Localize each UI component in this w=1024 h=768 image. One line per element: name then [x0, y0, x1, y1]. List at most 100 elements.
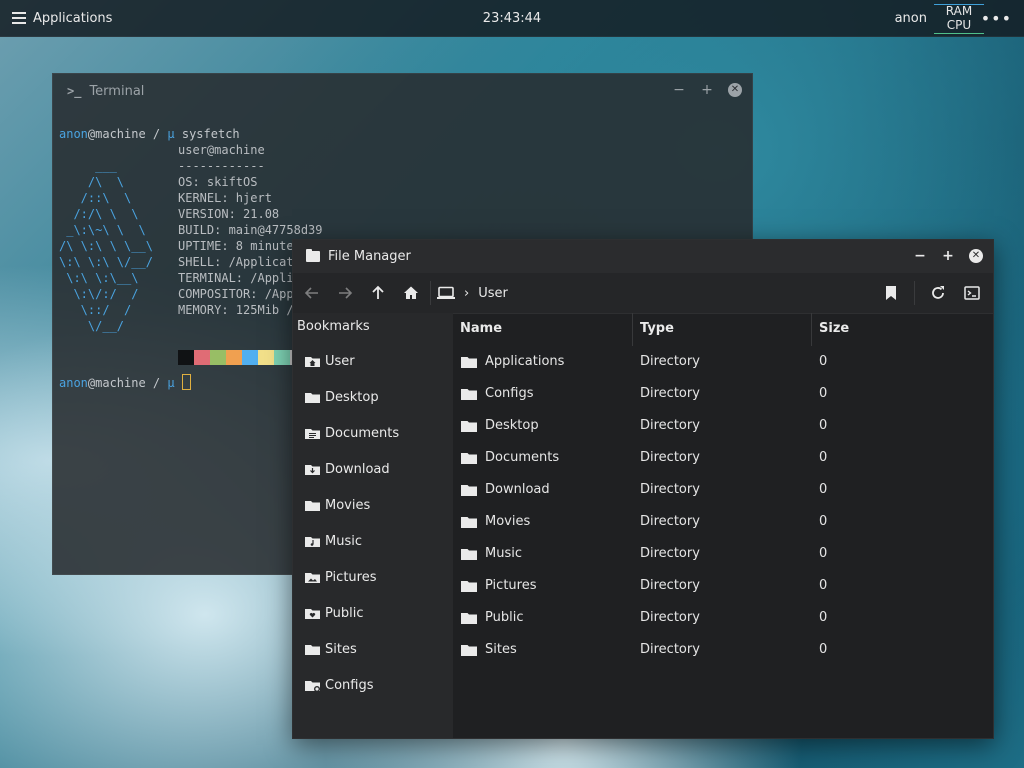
- terminal-minimize-button[interactable]: −: [672, 83, 686, 97]
- ascii-logo-line: /\ \: [59, 175, 125, 189]
- palette-swatch: [226, 350, 242, 365]
- ascii-logo-line: \::/ /: [59, 303, 132, 317]
- sysfetch-info: TERMINAL: /Applic: [178, 271, 301, 285]
- breadcrumb-separator: ›: [464, 285, 470, 301]
- column-header-size[interactable]: Size: [819, 321, 849, 336]
- file-type: Directory: [640, 546, 700, 561]
- refresh-button[interactable]: [925, 280, 951, 306]
- arrow-right-icon: [339, 287, 353, 299]
- table-row[interactable]: Music Directory 0: [453, 538, 993, 570]
- file-name: Configs: [485, 386, 534, 401]
- file-manager-window[interactable]: File Manager − + ✕ › User Bookmarks User…: [292, 239, 994, 739]
- table-row[interactable]: Sites Directory 0: [453, 634, 993, 666]
- terminal-output[interactable]: anon@machine / µ sysfetch user@machine _…: [59, 126, 323, 390]
- bookmarks-heading: Bookmarks: [297, 319, 370, 334]
- sidebar-item-label: Pictures: [325, 569, 377, 585]
- sidebar-item-label: Desktop: [325, 389, 379, 405]
- file-manager-minimize-button[interactable]: −: [913, 249, 927, 263]
- terminal-cursor: [181, 374, 191, 390]
- prompt-user: anon: [59, 127, 88, 141]
- sysfetch-line: \:\ \:\__\ TERMINAL: /Applic: [59, 270, 323, 286]
- ascii-logo-line: \:\/:/ /: [59, 287, 139, 301]
- sidebar-item-user[interactable]: User: [293, 343, 453, 379]
- table-row[interactable]: Public Directory 0: [453, 602, 993, 634]
- sidebar-item-pictures[interactable]: Pictures: [293, 559, 453, 595]
- palette-swatch: [258, 350, 274, 365]
- applications-label: Applications: [33, 10, 113, 26]
- palette-swatch: [194, 350, 210, 365]
- refresh-icon: [932, 286, 944, 299]
- table-row[interactable]: Pictures Directory 0: [453, 570, 993, 602]
- file-manager-close-button[interactable]: ✕: [969, 249, 983, 263]
- folder-icon: [461, 485, 477, 496]
- column-header-name[interactable]: Name: [460, 321, 502, 336]
- sidebar-item-movies[interactable]: Movies: [293, 487, 453, 523]
- file-list: Name Type Size Applications Directory 0 Con…: [453, 313, 993, 738]
- sidebar-item-configs[interactable]: Configs: [293, 667, 453, 703]
- prompt-mu: µ: [167, 127, 175, 141]
- sidebar-item-documents[interactable]: Documents: [293, 415, 453, 451]
- open-terminal-button[interactable]: [959, 280, 985, 306]
- applications-menu-button[interactable]: Applications: [12, 11, 112, 26]
- table-row[interactable]: Movies Directory 0: [453, 506, 993, 538]
- prompt-host: @machine /: [87, 376, 168, 390]
- terminal-title: Terminal: [89, 83, 145, 99]
- sysfetch-line: ___ ------------: [59, 158, 323, 174]
- file-manager-titlebar[interactable]: File Manager − + ✕: [293, 240, 993, 273]
- table-row[interactable]: Desktop Directory 0: [453, 410, 993, 442]
- user-name[interactable]: anon: [895, 11, 927, 26]
- terminal-prompt-line: anon@machine / µ sysfetch: [59, 126, 323, 142]
- sysfetch-info: BUILD: main@47758d39: [178, 223, 323, 237]
- file-size: 0: [819, 514, 828, 529]
- sysfetch-line: /:/\ \ \ VERSION: 21.08: [59, 206, 323, 222]
- folder-icon: [461, 517, 477, 528]
- sidebar-item-download[interactable]: Download: [293, 451, 453, 487]
- up-button[interactable]: [365, 280, 391, 306]
- table-row[interactable]: Applications Directory 0: [453, 346, 993, 378]
- folder-icon: [461, 389, 477, 400]
- file-type: Directory: [640, 578, 700, 593]
- breadcrumb-current[interactable]: User: [478, 286, 508, 301]
- sysfetch-info: SHELL: /Applicati: [178, 255, 301, 269]
- prompt-command: sysfetch: [174, 127, 240, 141]
- top-panel: Applications 23:43:44 anon RAM CPU •••: [0, 0, 1024, 37]
- folder-icon: [461, 613, 477, 624]
- sysfetch-line: _\:\~\ \ \ BUILD: main@47758d39: [59, 222, 323, 238]
- terminal-icon: >_: [67, 84, 82, 98]
- table-row[interactable]: Documents Directory 0: [453, 442, 993, 474]
- ascii-logo-line: ___: [59, 159, 117, 173]
- prompt-host: @machine /: [87, 127, 168, 141]
- bookmark-button[interactable]: [878, 280, 904, 306]
- prompt-user: anon: [59, 376, 88, 390]
- back-button[interactable]: [299, 280, 325, 306]
- ascii-logo-line: /\ \:\ \ \__\: [59, 239, 153, 253]
- breadcrumb[interactable]: › User: [437, 286, 508, 301]
- file-type: Directory: [640, 610, 700, 625]
- table-row[interactable]: Configs Directory 0: [453, 378, 993, 410]
- hamburger-icon: [12, 12, 26, 24]
- more-options-icon[interactable]: •••: [981, 9, 1012, 28]
- sysfetch-line: /\ \ OS: skiftOS: [59, 174, 323, 190]
- file-name: Pictures: [485, 578, 537, 593]
- sysfetch-line: \:\/:/ / COMPOSITOR: /Appl: [59, 286, 323, 302]
- table-row[interactable]: Download Directory 0: [453, 474, 993, 506]
- ascii-logo-line: /:/\ \ \: [59, 207, 139, 221]
- sidebar-item-sites[interactable]: Sites: [293, 631, 453, 667]
- sidebar-item-music[interactable]: Music: [293, 523, 453, 559]
- resource-monitor[interactable]: RAM CPU: [934, 4, 984, 34]
- terminal-maximize-button[interactable]: +: [700, 83, 714, 97]
- file-size: 0: [819, 578, 828, 593]
- terminal-titlebar[interactable]: >_ Terminal − + ✕: [53, 74, 752, 108]
- sidebar-item-desktop[interactable]: Desktop: [293, 379, 453, 415]
- palette-swatch: [274, 350, 290, 365]
- sysfetch-line: \::/ / MEMORY: 125Mib /: [59, 302, 323, 318]
- forward-button[interactable]: [332, 280, 358, 306]
- column-header-type[interactable]: Type: [640, 321, 674, 336]
- terminal-close-button[interactable]: ✕: [728, 83, 742, 97]
- home-button[interactable]: [398, 280, 424, 306]
- file-manager-maximize-button[interactable]: +: [941, 249, 955, 263]
- sidebar-item-public[interactable]: Public: [293, 595, 453, 631]
- bookmarks-sidebar: Bookmarks User Desktop Documents Download Mo…: [293, 313, 453, 738]
- folder-icon: [305, 643, 320, 655]
- file-type: Directory: [640, 386, 700, 401]
